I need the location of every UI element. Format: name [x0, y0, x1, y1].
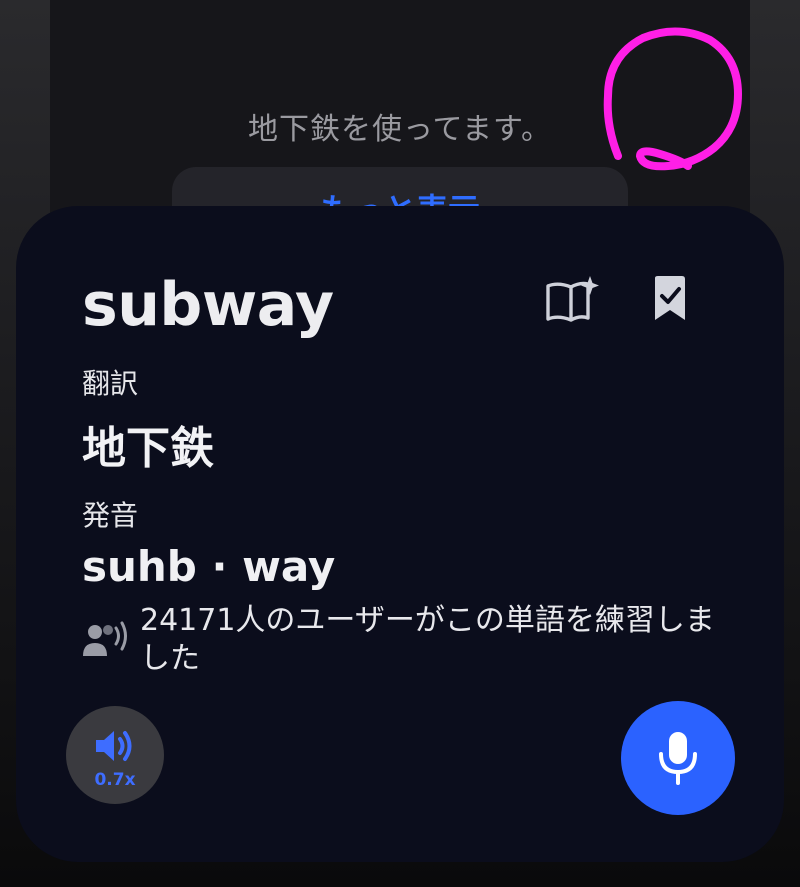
screen: 地下鉄を使ってます。 もっと表示 subway 翻訳 地下鉄 発音 suhb ·…: [0, 0, 800, 887]
microphone-icon: [659, 732, 697, 785]
bookmark-check-icon: [655, 276, 685, 320]
bookmark-button[interactable]: [638, 266, 702, 330]
speed-label: 0.7x: [94, 770, 136, 790]
book-sparkle-icon: [546, 276, 599, 322]
translation-label: 翻訳: [82, 367, 139, 400]
translation-value: 地下鉄: [82, 423, 214, 474]
pronunciation-value: suhb · way: [82, 542, 336, 591]
users-audio-icon: [83, 621, 127, 656]
speaker-icon: [96, 731, 132, 761]
word-title: subway: [82, 270, 334, 340]
pronunciation-label: 発音: [82, 499, 139, 532]
users-practiced-text: 24171人のユーザーがこの単語を練習しました: [140, 603, 715, 676]
dictionary-button[interactable]: [542, 272, 602, 328]
playback-speed-button[interactable]: 0.7x: [66, 706, 164, 804]
record-button[interactable]: [621, 701, 735, 815]
background-sentence: 地下鉄を使ってます。: [248, 112, 552, 147]
word-card-sheet: subway 翻訳 地下鉄 発音 suhb · way 24171人のユーザーが…: [16, 206, 784, 862]
